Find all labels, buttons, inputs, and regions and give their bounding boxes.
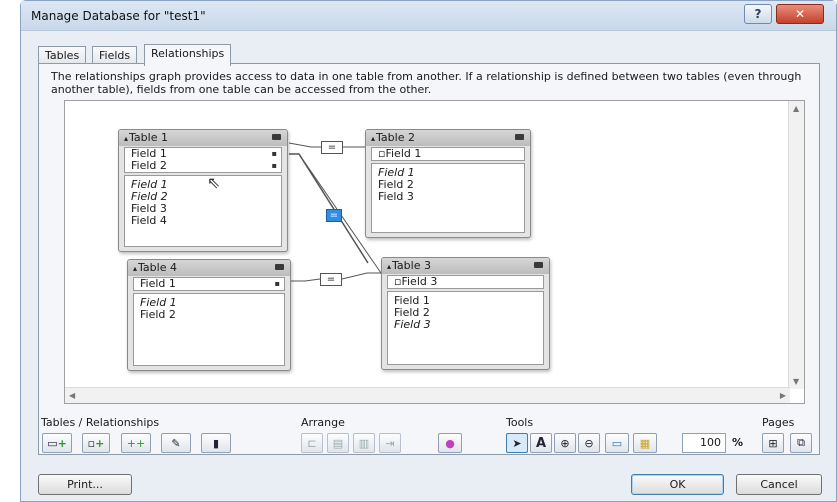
relationship-operator-selected[interactable]: = [326,209,342,222]
match-fields: ▫Field 1 [371,147,525,161]
zoom-level-field[interactable]: 100 [682,433,726,453]
relationship-operator[interactable]: = [320,273,342,286]
close-button[interactable]: ✕ [776,4,824,24]
match-field[interactable]: ▫Field 3 [388,276,543,288]
align-left-icon: ⊏ [307,436,317,450]
add-relationship-button[interactable]: ▫+ [82,433,110,453]
table-name: Table 3 [387,259,431,272]
table-name: Table 4 [133,261,177,274]
tools-label: Tools [506,416,534,429]
note-button[interactable]: ▦ [633,433,657,453]
resize-button[interactable]: ⇥ [379,433,401,453]
table-occurrence[interactable]: Table 1 Field 1▪ Field 2▪ Field 1 Field … [118,129,288,252]
field-item[interactable]: Field 3 [372,191,524,203]
cancel-button[interactable]: Cancel [736,474,822,495]
collapse-icon[interactable] [272,134,281,140]
page-setup-button[interactable]: ⧉ [790,433,812,453]
zoom-in-icon: ⊕ [560,436,570,450]
pages-label: Pages [762,416,795,429]
vertical-scrollbar[interactable]: ▲ ▼ [788,101,804,389]
pointer-tool-button[interactable]: ➤ [506,433,528,453]
mouse-cursor-icon: ⇖ [207,173,221,192]
resize-icon: ⇥ [385,436,395,450]
relationship-operator[interactable]: = [321,141,343,154]
scroll-left-icon[interactable]: ◀ [69,391,75,400]
tab-relationships[interactable]: Relationships [144,44,232,66]
zoom-out-button[interactable]: ⊖ [578,433,600,453]
match-fields: ▫Field 3 [387,275,544,289]
distribute-horizontal-button[interactable]: ▥ [353,433,375,453]
page-break-icon: ⊞ [768,436,778,450]
color-button[interactable]: ● [438,433,462,453]
table-header[interactable]: Table 1 [119,130,287,146]
match-field[interactable]: ▫Field 1 [372,148,524,160]
window-title: Manage Database for "test1" [31,9,206,23]
duplicate-icon: ++ [126,436,146,450]
field-item[interactable]: Field 4 [125,215,281,227]
match-field[interactable]: Field 2 ▪ [125,160,281,172]
table-occurrence[interactable]: Table 4 Field 1▪ Field 1 Field 2 [127,259,291,371]
add-table-icon: ▭+ [47,436,67,450]
horizontal-scrollbar[interactable]: ◀ ▶ [65,387,790,403]
note-icon: ▦ [639,436,651,450]
tables-relationships-label: Tables / Relationships [41,416,160,429]
add-relationship-icon: ▫+ [87,436,105,450]
field-item[interactable]: Field 2 [134,309,284,321]
align-top-icon: ▤ [332,436,344,450]
zoom-fit-button[interactable]: ▭ [605,433,629,453]
match-fields: Field 1 ▪ Field 2 ▪ [124,147,282,173]
delete-icon: ▮ [212,436,220,450]
field-item[interactable]: Field 3 [388,319,543,331]
zoom-in-button[interactable]: ⊕ [554,433,576,453]
table-header[interactable]: Table 2 [366,130,530,146]
edit-button[interactable]: ✎ [161,433,191,453]
edit-icon: ✎ [171,436,181,450]
table-header[interactable]: Table 4 [128,260,290,276]
zoom-fit-icon: ▭ [611,436,623,450]
table-name: Table 1 [124,131,168,144]
pointer-icon: ➤ [512,436,522,450]
field-list: Field 1 Field 2 Field 3 [387,291,544,365]
collapse-icon[interactable] [534,262,543,268]
arrange-label: Arrange [301,416,345,429]
scroll-down-icon[interactable]: ▼ [793,377,799,386]
ok-button[interactable]: OK [631,474,724,495]
text-tool-button[interactable]: A [530,433,552,453]
match-field[interactable]: Field 1 ▪ [134,278,284,290]
collapse-icon[interactable] [275,264,284,270]
print-button[interactable]: Print... [38,474,132,495]
relationships-panel: The relationships graph provides access … [38,63,820,455]
align-top-button[interactable]: ▤ [327,433,349,453]
zoom-unit: % [732,436,744,449]
relationships-description: The relationships graph provides access … [51,70,802,96]
manage-database-dialog: Manage Database for "test1" ? ✕ Tables F… [20,0,837,502]
align-left-button[interactable]: ⊏ [301,433,323,453]
table-occurrence[interactable]: Table 2 ▫Field 1 Field 1 Field 2 Field 3 [365,129,531,238]
relationships-graph[interactable]: = = = Table 1 Field 1▪ Field 2▪ Field 1 [65,101,790,389]
duplicate-button[interactable]: ++ [121,433,151,453]
title-bar[interactable]: Manage Database for "test1" ? ✕ [21,1,836,31]
page-break-button[interactable]: ⊞ [762,433,784,453]
delete-button[interactable]: ▮ [201,433,231,453]
scroll-up-icon[interactable]: ▲ [793,104,799,113]
help-button[interactable]: ? [744,4,772,24]
color-icon: ● [445,436,455,450]
relationships-graph-area[interactable]: = = = Table 1 Field 1▪ Field 2▪ Field 1 [64,100,805,404]
collapse-icon[interactable] [515,134,524,140]
scroll-right-icon[interactable]: ▶ [780,391,786,400]
add-table-button[interactable]: ▭+ [42,433,72,453]
field-list: Field 1 Field 2 Field 3 [371,163,525,233]
match-fields: Field 1 ▪ [133,277,285,291]
table-name: Table 2 [371,131,415,144]
zoom-out-icon: ⊖ [584,436,594,450]
table-header[interactable]: Table 3 [382,258,549,274]
text-tool-icon: A [535,435,547,451]
graph-toolbar: Tables / Relationships Arrange Tools Pag… [39,416,819,456]
page-setup-icon: ⧉ [797,436,805,449]
field-list: Field 1 Field 2 Field 3 Field 4 [124,175,282,247]
table-occurrence[interactable]: Table 3 ▫Field 3 Field 1 Field 2 Field 3 [381,257,550,370]
field-list: Field 1 Field 2 [133,293,285,366]
distribute-horizontal-icon: ▥ [358,436,370,450]
